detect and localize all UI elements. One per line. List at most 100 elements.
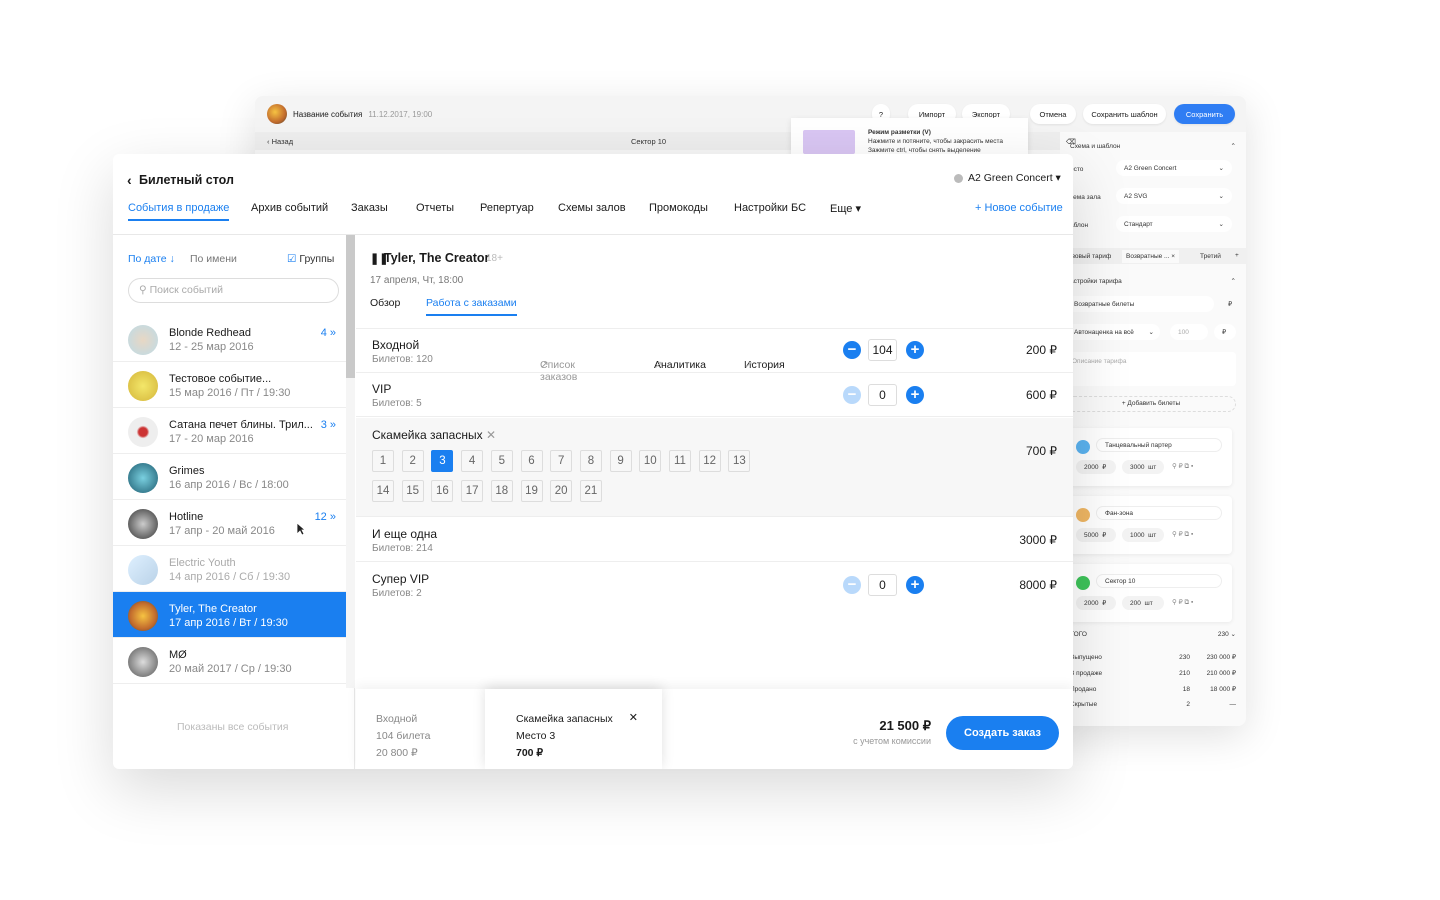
seat-button[interactable]: 11	[669, 450, 691, 472]
event-list-item[interactable]: Blonde Redhead 12 - 25 мар 2016 4 »	[113, 316, 346, 362]
seat-button[interactable]: 12	[698, 450, 721, 472]
add-tickets-button[interactable]: + Добавить билеты	[1066, 396, 1236, 412]
event-count-badge[interactable]: 12 »	[315, 511, 336, 523]
template-select[interactable]: Стандарт ⌄	[1116, 216, 1232, 232]
tariff-description[interactable]: Описание тарифа	[1066, 352, 1236, 386]
markup-select[interactable]: Автонаценка на всё ⌄	[1066, 324, 1160, 340]
event-list-item[interactable]: Tyler, The Creator 17 апр 2016 / Вт / 19…	[113, 592, 346, 638]
tab-overview[interactable]: Обзор	[370, 297, 400, 309]
event-list-item[interactable]: Grimes 16 апр 2016 / Вс / 18:00	[113, 454, 346, 500]
plus-button[interactable]: +	[906, 341, 924, 359]
ticket-category-card[interactable]: Сектор 10 2000 ₽ 200 шт ⚲ ₽ ⧉ ▪	[1068, 564, 1232, 622]
category-qty[interactable]: 3000 шт	[1122, 460, 1164, 474]
create-order-button[interactable]: Создать заказ	[946, 716, 1059, 750]
search-input[interactable]: ⚲ Поиск событий	[128, 278, 339, 303]
event-list-item[interactable]: MØ 20 май 2017 / Ср / 19:30	[113, 638, 346, 684]
category-price[interactable]: 2000 ₽	[1076, 596, 1116, 610]
cancel-button[interactable]: Отмена	[1030, 104, 1076, 124]
back-chevron-icon[interactable]: ‹	[127, 172, 132, 188]
back-link[interactable]: ‹ Назад	[267, 137, 293, 146]
tab-orders-work[interactable]: Работа с заказами	[426, 297, 517, 316]
minus-button[interactable]: −	[843, 576, 861, 594]
seat-button[interactable]: 3	[431, 450, 454, 472]
nav-more[interactable]: Еще ▾	[830, 202, 861, 215]
seat-button[interactable]: 16	[431, 480, 454, 502]
nav-events-on-sale[interactable]: События в продаже	[128, 202, 230, 221]
category-name[interactable]: Сектор 10	[1096, 574, 1222, 588]
event-list-item[interactable]: Тестовое событие... 15 мар 2016 / Пт / 1…	[113, 362, 346, 408]
event-list-item[interactable]: Electric Youth 14 апр 2016 / Сб / 19:30	[113, 546, 346, 592]
seat-button[interactable]: 14	[372, 480, 394, 502]
tab-add[interactable]: +	[1235, 252, 1239, 259]
seat-button[interactable]: 17	[461, 480, 484, 502]
seat-button[interactable]: 8	[579, 450, 602, 472]
seat-button[interactable]: 7	[550, 450, 573, 472]
close-icon[interactable]: ✕	[629, 710, 638, 727]
close-icon[interactable]: ✕	[486, 428, 496, 442]
nav-orders[interactable]: Заказы	[351, 202, 388, 214]
nav-reports[interactable]: Отчеты	[416, 202, 454, 214]
quantity-field[interactable]: 104	[868, 339, 897, 361]
markup-value[interactable]: 100	[1170, 324, 1208, 340]
seat-button[interactable]: 1	[372, 450, 394, 472]
nav-repertoire[interactable]: Репертуар	[480, 202, 534, 214]
event-count-badge[interactable]: 4 »	[321, 327, 336, 339]
tab-third[interactable]: Третий	[1200, 253, 1221, 260]
category-qty[interactable]: 1000 шт	[1122, 528, 1164, 542]
category-price[interactable]: 2000 ₽	[1076, 460, 1116, 474]
seat-button[interactable]: 6	[520, 450, 543, 472]
category-name[interactable]: Танцевальный партер	[1096, 438, 1222, 452]
seat-button[interactable]: 10	[639, 450, 662, 472]
category-qty[interactable]: 200 шт	[1122, 596, 1164, 610]
quantity-field[interactable]: 0	[868, 574, 897, 596]
groups-toggle[interactable]: ☑ Группы	[287, 253, 334, 265]
ticket-category-card[interactable]: Фан-зона 5000 ₽ 1000 шт ⚲ ₽ ⧉ ▪	[1068, 496, 1232, 554]
seat-button[interactable]: 4	[461, 450, 484, 472]
ticket-row: Входной Билетов: 120 − 104 + 200 ₽	[356, 329, 1073, 373]
sort-by-name[interactable]: По имени	[190, 253, 237, 265]
sidebar-scrollbar[interactable]	[346, 235, 355, 688]
tools-icons[interactable]: ⚲ ₽ ⧉ ▪	[1172, 462, 1193, 471]
tools-icons[interactable]: ⚲ ₽ ⧉ ▪	[1172, 530, 1193, 539]
venue-selector[interactable]: A2 Green Concert ▾	[968, 172, 1061, 184]
event-count-badge[interactable]: 3 »	[321, 419, 336, 431]
nav-archive[interactable]: Архив событий	[251, 202, 328, 214]
event-list-item[interactable]: Hotline 17 апр - 20 май 2016 12 »	[113, 500, 346, 546]
ticket-name: И еще одна	[372, 527, 438, 541]
ticket-category-card[interactable]: Танцевальный партер 2000 ₽ 3000 шт ⚲ ₽ ⧉…	[1068, 428, 1232, 486]
seat-button[interactable]: 13	[728, 450, 751, 472]
seat-button[interactable]: 18	[490, 480, 513, 502]
markup-currency[interactable]: ₽	[1214, 324, 1236, 340]
nav-hall-schemes[interactable]: Схемы залов	[558, 202, 626, 214]
save-button[interactable]: Сохранить	[1174, 104, 1235, 124]
seat-button[interactable]: 21	[579, 480, 602, 502]
save-template-button[interactable]: Сохранить шаблон	[1083, 104, 1166, 124]
event-list-item[interactable]: Сатана печет блины. Трил... 17 - 20 мар …	[113, 408, 346, 454]
quantity-field[interactable]: 0	[868, 384, 897, 406]
category-name[interactable]: Фан-зона	[1096, 506, 1222, 520]
tab-refund[interactable]: Возвратные ... ×	[1122, 250, 1180, 263]
seat-button[interactable]: 15	[401, 480, 424, 502]
nav-settings[interactable]: Настройки БС	[734, 202, 806, 214]
seat-button[interactable]: 20	[550, 480, 573, 502]
nav-promocodes[interactable]: Промокоды	[649, 202, 708, 214]
collapse-icon[interactable]: ⌃	[1231, 142, 1236, 150]
sort-by-date[interactable]: По дате ↓	[128, 253, 175, 265]
tab-base[interactable]: зовый тариф	[1072, 253, 1111, 260]
seat-button[interactable]: 19	[520, 480, 543, 502]
hall-select[interactable]: A2 SVG ⌄	[1116, 188, 1232, 204]
collapse-icon[interactable]: ⌃	[1231, 277, 1236, 285]
seat-button[interactable]: 2	[401, 450, 424, 472]
new-event-button[interactable]: + Новое событие	[975, 202, 1063, 214]
minus-button[interactable]: −	[843, 341, 861, 359]
plus-button[interactable]: +	[906, 386, 924, 404]
venue-select[interactable]: A2 Green Concert ⌄	[1116, 160, 1232, 176]
plus-button[interactable]: +	[906, 576, 924, 594]
tools-icons[interactable]: ⚲ ₽ ⧉ ▪	[1172, 598, 1193, 607]
minus-button[interactable]: −	[843, 386, 861, 404]
seat-button[interactable]: 5	[490, 450, 513, 472]
seat-button[interactable]: 9	[609, 450, 632, 472]
tip-line1: Нажмите и потяните, чтобы закрасить мест…	[868, 138, 1004, 145]
category-price[interactable]: 5000 ₽	[1076, 528, 1116, 542]
tariff-name-input[interactable]: Возвратные билеты	[1066, 296, 1214, 312]
